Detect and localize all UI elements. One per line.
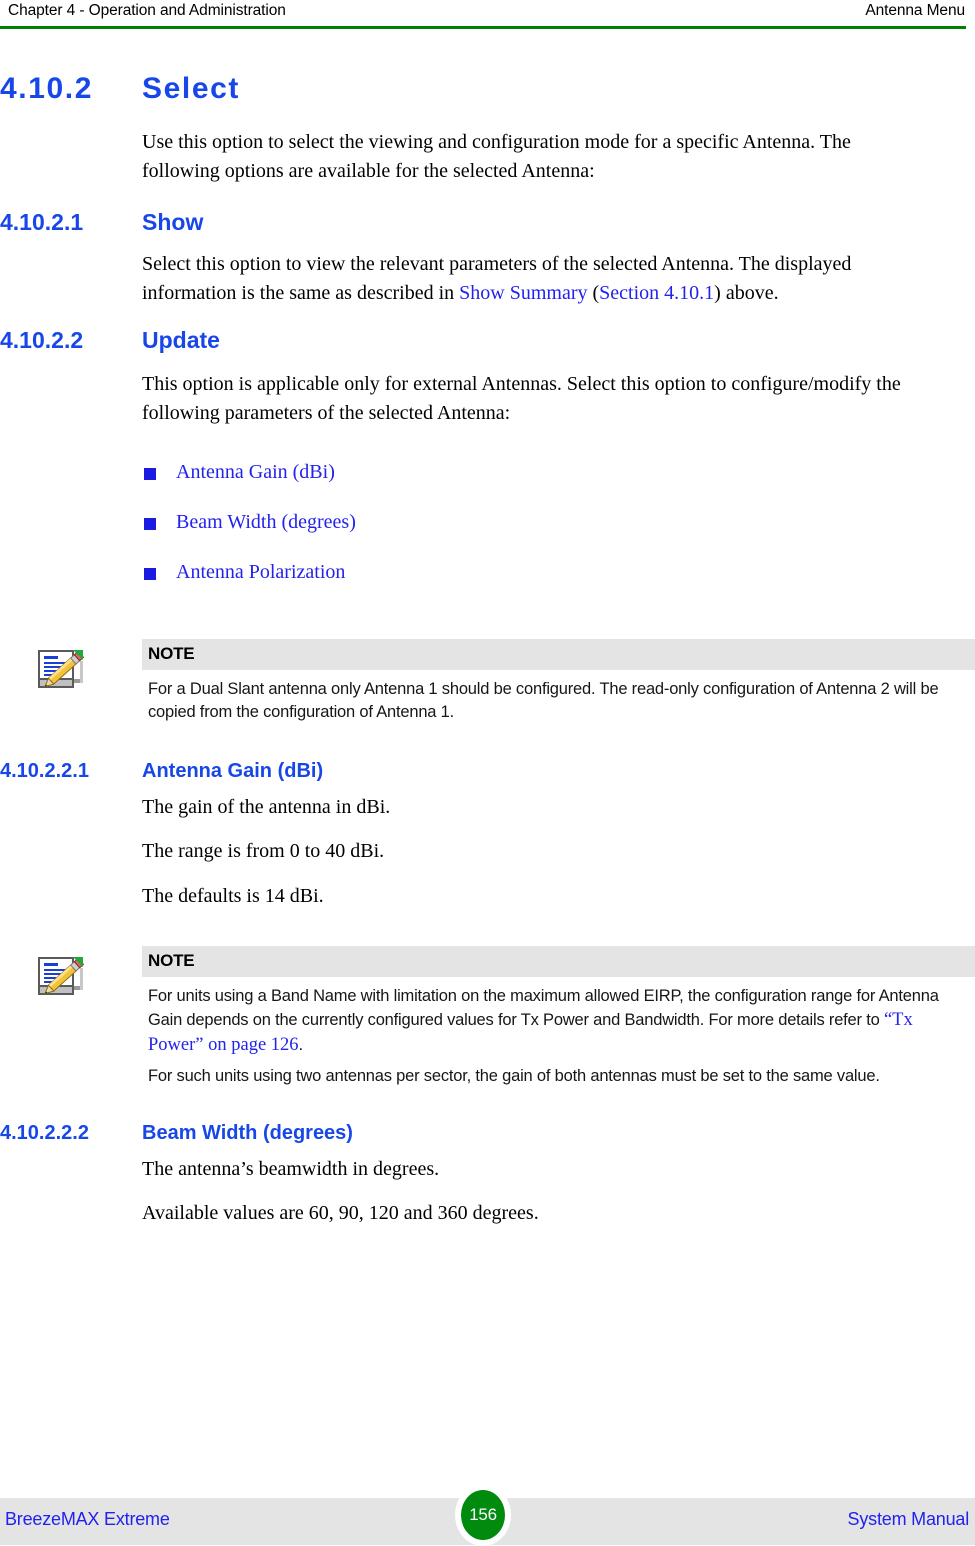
note-title: NOTE — [142, 639, 975, 671]
heading-beam-width: 4.10.2.2.2 Beam Width (degrees) — [0, 1122, 975, 1145]
heading-update-number: 4.10.2.2 — [0, 326, 84, 353]
link-section-4-10-1[interactable]: Section 4.10.1 — [599, 282, 714, 304]
heading-beam-width-title: Beam Width (degrees) — [142, 1121, 353, 1144]
heading-update-title: Update — [142, 326, 220, 353]
paragraph-beam-2: Available values are 60, 90, 120 and 360… — [142, 1202, 539, 1224]
paragraph-beam-1: The antenna’s beamwidth in degrees. — [142, 1157, 440, 1180]
heading-select-title: Select — [142, 72, 240, 105]
show-text-part2: ( — [587, 282, 600, 305]
note-pencil-icon — [33, 948, 89, 1004]
heading-antenna-gain-title: Antenna Gain (dBi) — [142, 759, 324, 782]
page-footer: BreezeMAX Extreme 156 System Manual — [0, 1484, 975, 1546]
paragraph-update-body: This option is applicable only for exter… — [142, 372, 901, 424]
note-box-band-name: NOTE For units using a Band Name with li… — [0, 946, 975, 1088]
heading-show-title: Show — [142, 208, 204, 235]
footer-product-name: BreezeMAX Extreme — [5, 1509, 170, 1529]
paragraph-gain-3: The defaults is 14 dBi. — [142, 884, 324, 907]
page-number: 156 — [461, 1490, 505, 1540]
heading-beam-width-number: 4.10.2.2.2 — [0, 1121, 89, 1144]
link-show-summary[interactable]: Show Summary — [459, 282, 587, 304]
update-parameter-list: Antenna Gain (dBi) Beam Width (degrees) … — [0, 461, 975, 584]
page-number-badge: 156 — [455, 1484, 511, 1546]
note-title: NOTE — [142, 946, 975, 978]
note-text-part2: . — [298, 1036, 304, 1055]
list-item[interactable]: Antenna Gain (dBi) — [142, 461, 975, 484]
show-text-part3: ) above. — [714, 282, 779, 305]
note-paragraph: For units using a Band Name with limitat… — [148, 985, 967, 1059]
note-paragraph: For a Dual Slant antenna only Antenna 1 … — [148, 680, 939, 722]
list-item-label[interactable]: Beam Width (degrees) — [176, 511, 356, 533]
square-bullet-icon — [144, 518, 156, 531]
heading-update: 4.10.2.2 Update — [0, 327, 975, 354]
list-item[interactable]: Antenna Polarization — [142, 561, 975, 584]
header-chapter-label: Chapter 4 - Operation and Administration — [8, 2, 286, 19]
header-rule — [0, 26, 966, 29]
list-item-label[interactable]: Antenna Gain (dBi) — [176, 461, 335, 483]
paragraph-show-body: Select this option to view the relevant … — [0, 250, 975, 309]
note-body: For units using a Band Name with limitat… — [142, 977, 975, 1088]
note-body: For a Dual Slant antenna only Antenna 1 … — [142, 670, 975, 724]
paragraph-gain-2: The range is from 0 to 40 dBi. — [142, 840, 385, 863]
heading-select: 4.10.2 Select — [0, 72, 975, 106]
square-bullet-icon — [144, 568, 156, 581]
paragraph-gain-1: The gain of the antenna in dBi. — [142, 795, 391, 818]
heading-antenna-gain: 4.10.2.2.1 Antenna Gain (dBi) — [0, 760, 975, 783]
note-text-part1: For units using a Band Name with limitat… — [148, 987, 939, 1029]
note-pencil-icon — [33, 641, 89, 697]
note-paragraph: For such units using two antennas per se… — [148, 1066, 880, 1085]
square-bullet-icon — [144, 468, 156, 481]
list-item-label[interactable]: Antenna Polarization — [176, 561, 345, 583]
note-box-dual-slant: NOTE For a Dual Slant antenna only Anten… — [0, 639, 975, 724]
heading-show: 4.10.2.1 Show — [0, 209, 975, 236]
list-item[interactable]: Beam Width (degrees) — [142, 511, 975, 534]
header-section-label: Antenna Menu — [865, 2, 965, 19]
paragraph-select-intro: Use this option to select the viewing an… — [142, 131, 851, 183]
page-content: 4.10.2 Select Use this option to select … — [0, 32, 975, 1228]
page-header: Chapter 4 - Operation and Administration… — [0, 0, 975, 32]
heading-antenna-gain-number: 4.10.2.2.1 — [0, 759, 89, 782]
footer-manual-name: System Manual — [847, 1509, 970, 1529]
heading-show-number: 4.10.2.1 — [0, 208, 84, 235]
heading-select-number: 4.10.2 — [0, 72, 94, 105]
